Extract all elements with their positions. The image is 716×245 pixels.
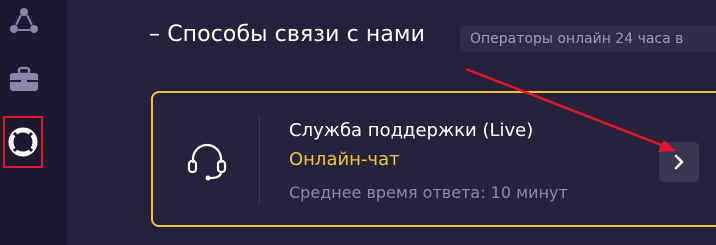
card-divider <box>259 115 260 205</box>
sidebar-item-support[interactable] <box>3 116 43 168</box>
response-time: Среднее время ответа: 10 минут <box>289 183 568 202</box>
sidebar-highlight-frame <box>3 116 43 168</box>
support-card[interactable]: Служба поддержки (Live) Онлайн-чат Средн… <box>151 91 716 227</box>
briefcase-icon <box>9 66 38 91</box>
main-content: – Способы связи с нами Операторы онлайн … <box>67 0 716 245</box>
sidebar-item-network[interactable] <box>0 3 47 39</box>
sidebar <box>0 0 67 245</box>
sidebar-item-briefcase[interactable] <box>0 61 47 97</box>
open-chat-button[interactable] <box>659 142 699 182</box>
headset-icon <box>187 143 227 181</box>
page-title: – Способы связи с нами <box>149 22 426 47</box>
live-chat-link[interactable]: Онлайн-чат <box>289 149 400 170</box>
support-title: Служба поддержки (Live) <box>289 120 534 141</box>
chevron-right-icon <box>674 154 684 170</box>
network-icon <box>9 8 38 33</box>
operators-badge: Операторы онлайн 24 часа в <box>460 26 716 52</box>
